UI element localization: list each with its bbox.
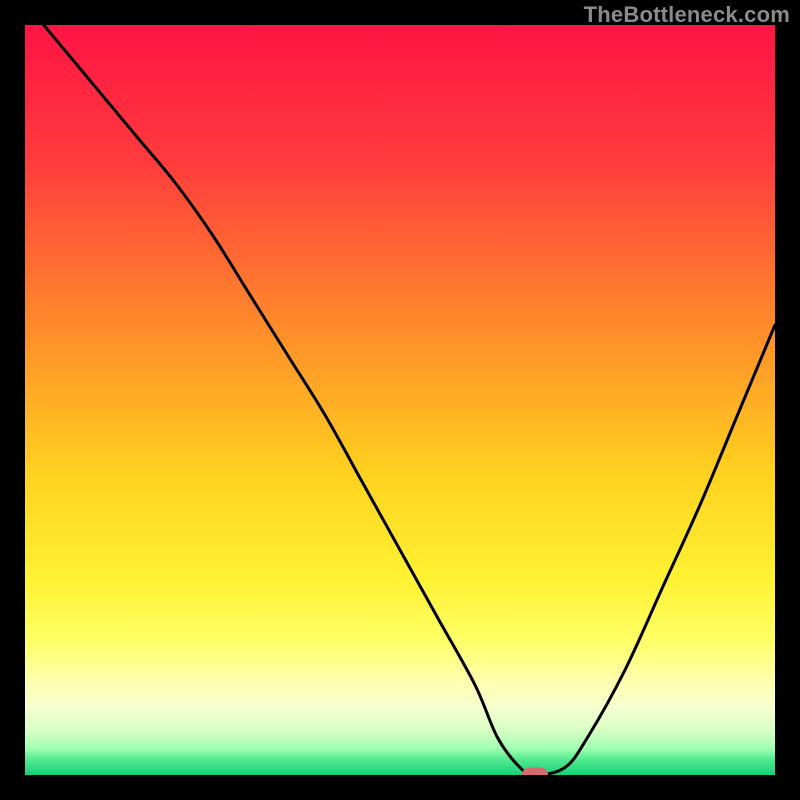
chart-frame: TheBottleneck.com — [0, 0, 800, 800]
optimal-marker — [522, 768, 548, 776]
bottleneck-chart — [25, 25, 775, 775]
plot-area — [25, 25, 775, 775]
